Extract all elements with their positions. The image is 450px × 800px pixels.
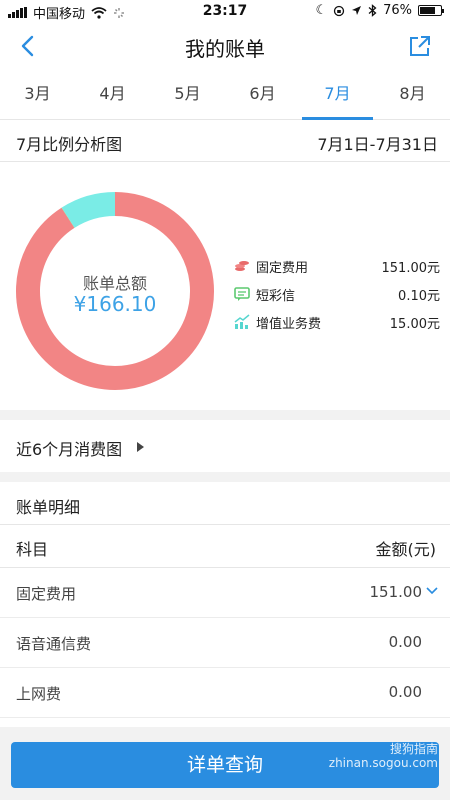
chart-legend: 固定费用 151.00元 短彩信 0.10元 增值业务费 15.00元	[234, 252, 440, 336]
row-name: 固定费用	[16, 585, 77, 603]
detail-title: 账单明细	[16, 498, 81, 517]
tab-month-3[interactable]: 3月	[0, 70, 75, 119]
analysis-header: 7月比例分析图 7月1日-7月31日	[0, 120, 450, 162]
row-amount: 151.00	[369, 583, 423, 601]
chart-up-icon	[234, 314, 250, 329]
legend-name: 固定费用	[256, 260, 309, 276]
chart-card: 账单总额 ¥166.10 固定费用 151.00元 短彩信 0.10元 增值业务…	[0, 162, 450, 410]
tab-month-8[interactable]: 8月	[375, 70, 450, 119]
chevron-down-icon[interactable]	[426, 586, 438, 596]
watermark-title: 搜狗指南	[389, 742, 438, 756]
row-name: 上网费	[16, 685, 62, 703]
share-out-icon[interactable]	[408, 34, 432, 58]
battery-percent: 76%	[383, 3, 412, 18]
tab-month-4[interactable]: 4月	[75, 70, 150, 119]
location-icon	[352, 6, 362, 15]
legend-item: 短彩信 0.10元	[234, 280, 440, 308]
message-icon	[234, 287, 250, 301]
watermark: 搜狗指南 zhinan.sogou.com	[329, 742, 438, 770]
total-label: 账单总额	[82, 274, 147, 293]
tab-month-7[interactable]: 7月	[300, 70, 375, 120]
month-tabs: 3月 4月 5月 6月 7月 8月	[0, 70, 450, 120]
rotation-lock-icon	[333, 5, 345, 16]
battery-icon	[418, 5, 444, 16]
tab-month-6[interactable]: 6月	[225, 70, 300, 119]
tab-month-5[interactable]: 5月	[150, 70, 225, 119]
table-row[interactable]: 固定费用 151.00	[0, 568, 450, 618]
legend-value: 151.00元	[381, 260, 441, 276]
row-amount: 0.00	[388, 633, 422, 651]
trend-link[interactable]: 近6个月消费图	[0, 420, 450, 472]
moon-icon: ☾	[315, 3, 328, 18]
donut-slice-3	[61, 192, 116, 228]
page-title: 我的账单	[185, 37, 265, 61]
analysis-date-range: 7月1日-7月31日	[317, 135, 438, 154]
bluetooth-icon	[368, 4, 377, 17]
legend-name: 增值业务费	[256, 316, 322, 332]
status-bar: 中国移动 23:17 ☾ 76%	[0, 0, 450, 22]
row-name: 语音通信费	[16, 635, 92, 653]
legend-item: 固定费用 151.00元	[234, 252, 440, 280]
watermark-url: zhinan.sogou.com	[328, 756, 438, 770]
row-amount: 0.00	[388, 683, 422, 701]
column-amount: 金额(元)	[375, 540, 437, 559]
triangle-right-icon	[137, 442, 144, 452]
legend-value: 15.00元	[389, 316, 440, 332]
trend-label: 近6个月消费图	[16, 440, 123, 459]
legend-name: 短彩信	[256, 288, 296, 304]
table-row: 语音通信费 0.00	[0, 618, 450, 668]
column-item: 科目	[16, 540, 49, 559]
detail-header-row: 科目 金额(元)	[0, 524, 450, 568]
nav-bar: 我的账单	[0, 22, 450, 70]
total-value: ¥166.10	[73, 292, 157, 316]
bill-detail-section: 账单明细 科目 金额(元) 固定费用 151.00 语音通信费 0.00 上网费…	[0, 482, 450, 727]
table-row: 上网费 0.00	[0, 668, 450, 718]
analysis-title: 7月比例分析图	[16, 135, 123, 154]
coins-icon	[235, 261, 249, 271]
legend-item: 增值业务费 15.00元	[234, 308, 440, 336]
legend-value: 0.10元	[398, 288, 440, 304]
